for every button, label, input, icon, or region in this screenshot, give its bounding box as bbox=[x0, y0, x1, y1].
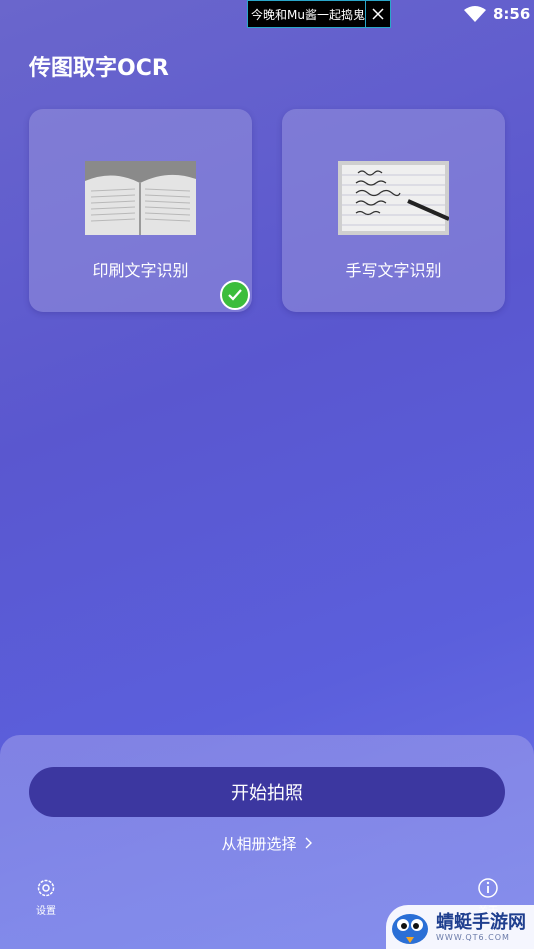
chevron-right-icon bbox=[305, 837, 313, 853]
start-camera-button[interactable]: 开始拍照 bbox=[29, 767, 505, 817]
book-image bbox=[85, 161, 196, 235]
status-bar: 今晚和Mu酱一起捣鬼 8:56 bbox=[0, 0, 534, 30]
ad-banner[interactable]: 今晚和Mu酱一起捣鬼 bbox=[247, 0, 391, 28]
gear-icon bbox=[37, 879, 55, 897]
choose-from-album-link[interactable]: 从相册选择 bbox=[0, 833, 534, 854]
watermark: 蜻蜓手游网 WWW.QT6.COM bbox=[386, 905, 534, 949]
mode-label-handwriting: 手写文字识别 bbox=[345, 261, 442, 280]
clock: 8:56 bbox=[493, 5, 531, 23]
check-icon bbox=[220, 280, 250, 310]
watermark-title: 蜻蜓手游网 bbox=[436, 911, 526, 933]
ad-text[interactable]: 今晚和Mu酱一起捣鬼 bbox=[248, 6, 365, 23]
info-icon bbox=[478, 878, 498, 898]
album-link-label: 从相册选择 bbox=[221, 835, 297, 853]
watermark-url: WWW.QT6.COM bbox=[436, 932, 510, 942]
settings-label: 设置 bbox=[36, 906, 56, 917]
app-title: 传图取字OCR bbox=[29, 56, 169, 81]
close-icon[interactable] bbox=[365, 1, 390, 27]
dragonfly-logo-icon bbox=[392, 914, 428, 944]
handwriting-image bbox=[338, 161, 449, 235]
mode-card-print[interactable]: 印刷文字识别 bbox=[29, 109, 252, 312]
mode-label-print: 印刷文字识别 bbox=[92, 261, 189, 280]
wifi-icon bbox=[464, 6, 486, 22]
settings-button[interactable]: 设置 bbox=[28, 877, 64, 917]
mode-card-handwriting[interactable]: 手写文字识别 bbox=[282, 109, 505, 312]
